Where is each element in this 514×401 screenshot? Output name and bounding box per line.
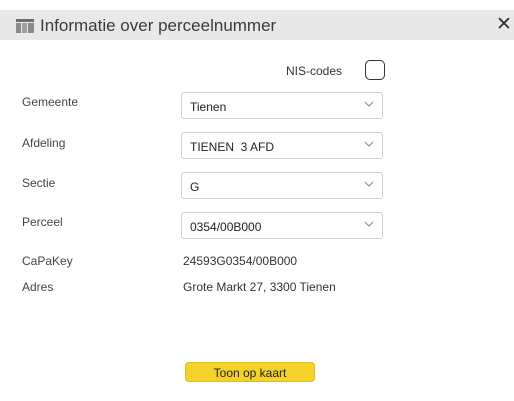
sectie-label: Sectie [22, 176, 56, 190]
adres-value: Grote Markt 27, 3300 Tienen [183, 280, 336, 294]
capakey-label: CaPaKey [22, 254, 73, 268]
gemeente-select[interactable]: Tienen [181, 92, 383, 119]
chevron-down-icon [364, 101, 374, 107]
perceel-select[interactable]: 0354/00B000 [181, 212, 383, 239]
dialog-titlebar: Informatie over perceelnummer ✕ [0, 10, 514, 40]
perceel-value: 0354/00B000 [190, 220, 262, 234]
chevron-down-icon [364, 221, 374, 227]
gemeente-label: Gemeente [22, 95, 79, 109]
afdeling-select[interactable]: TIENEN 3 AFD [181, 132, 383, 159]
nis-codes-checkbox[interactable] [365, 60, 385, 80]
sectie-value: G [190, 180, 200, 194]
nis-codes-label: NIS-codes [286, 64, 343, 78]
close-icon[interactable]: ✕ [496, 14, 512, 36]
capakey-value: 24593G0354/00B000 [183, 254, 298, 268]
show-on-map-button[interactable]: Toon op kaart [185, 362, 315, 382]
dialog-title: Informatie over perceelnummer [40, 16, 277, 35]
afdeling-value: TIENEN 3 AFD [190, 140, 275, 154]
adres-label: Adres [22, 280, 54, 294]
table-icon [16, 19, 34, 33]
sectie-select[interactable]: G [181, 172, 383, 199]
perceel-label: Perceel [22, 215, 63, 229]
afdeling-label: Afdeling [22, 136, 66, 150]
chevron-down-icon [364, 181, 374, 187]
chevron-down-icon [364, 141, 374, 147]
gemeente-value: Tienen [190, 100, 227, 114]
